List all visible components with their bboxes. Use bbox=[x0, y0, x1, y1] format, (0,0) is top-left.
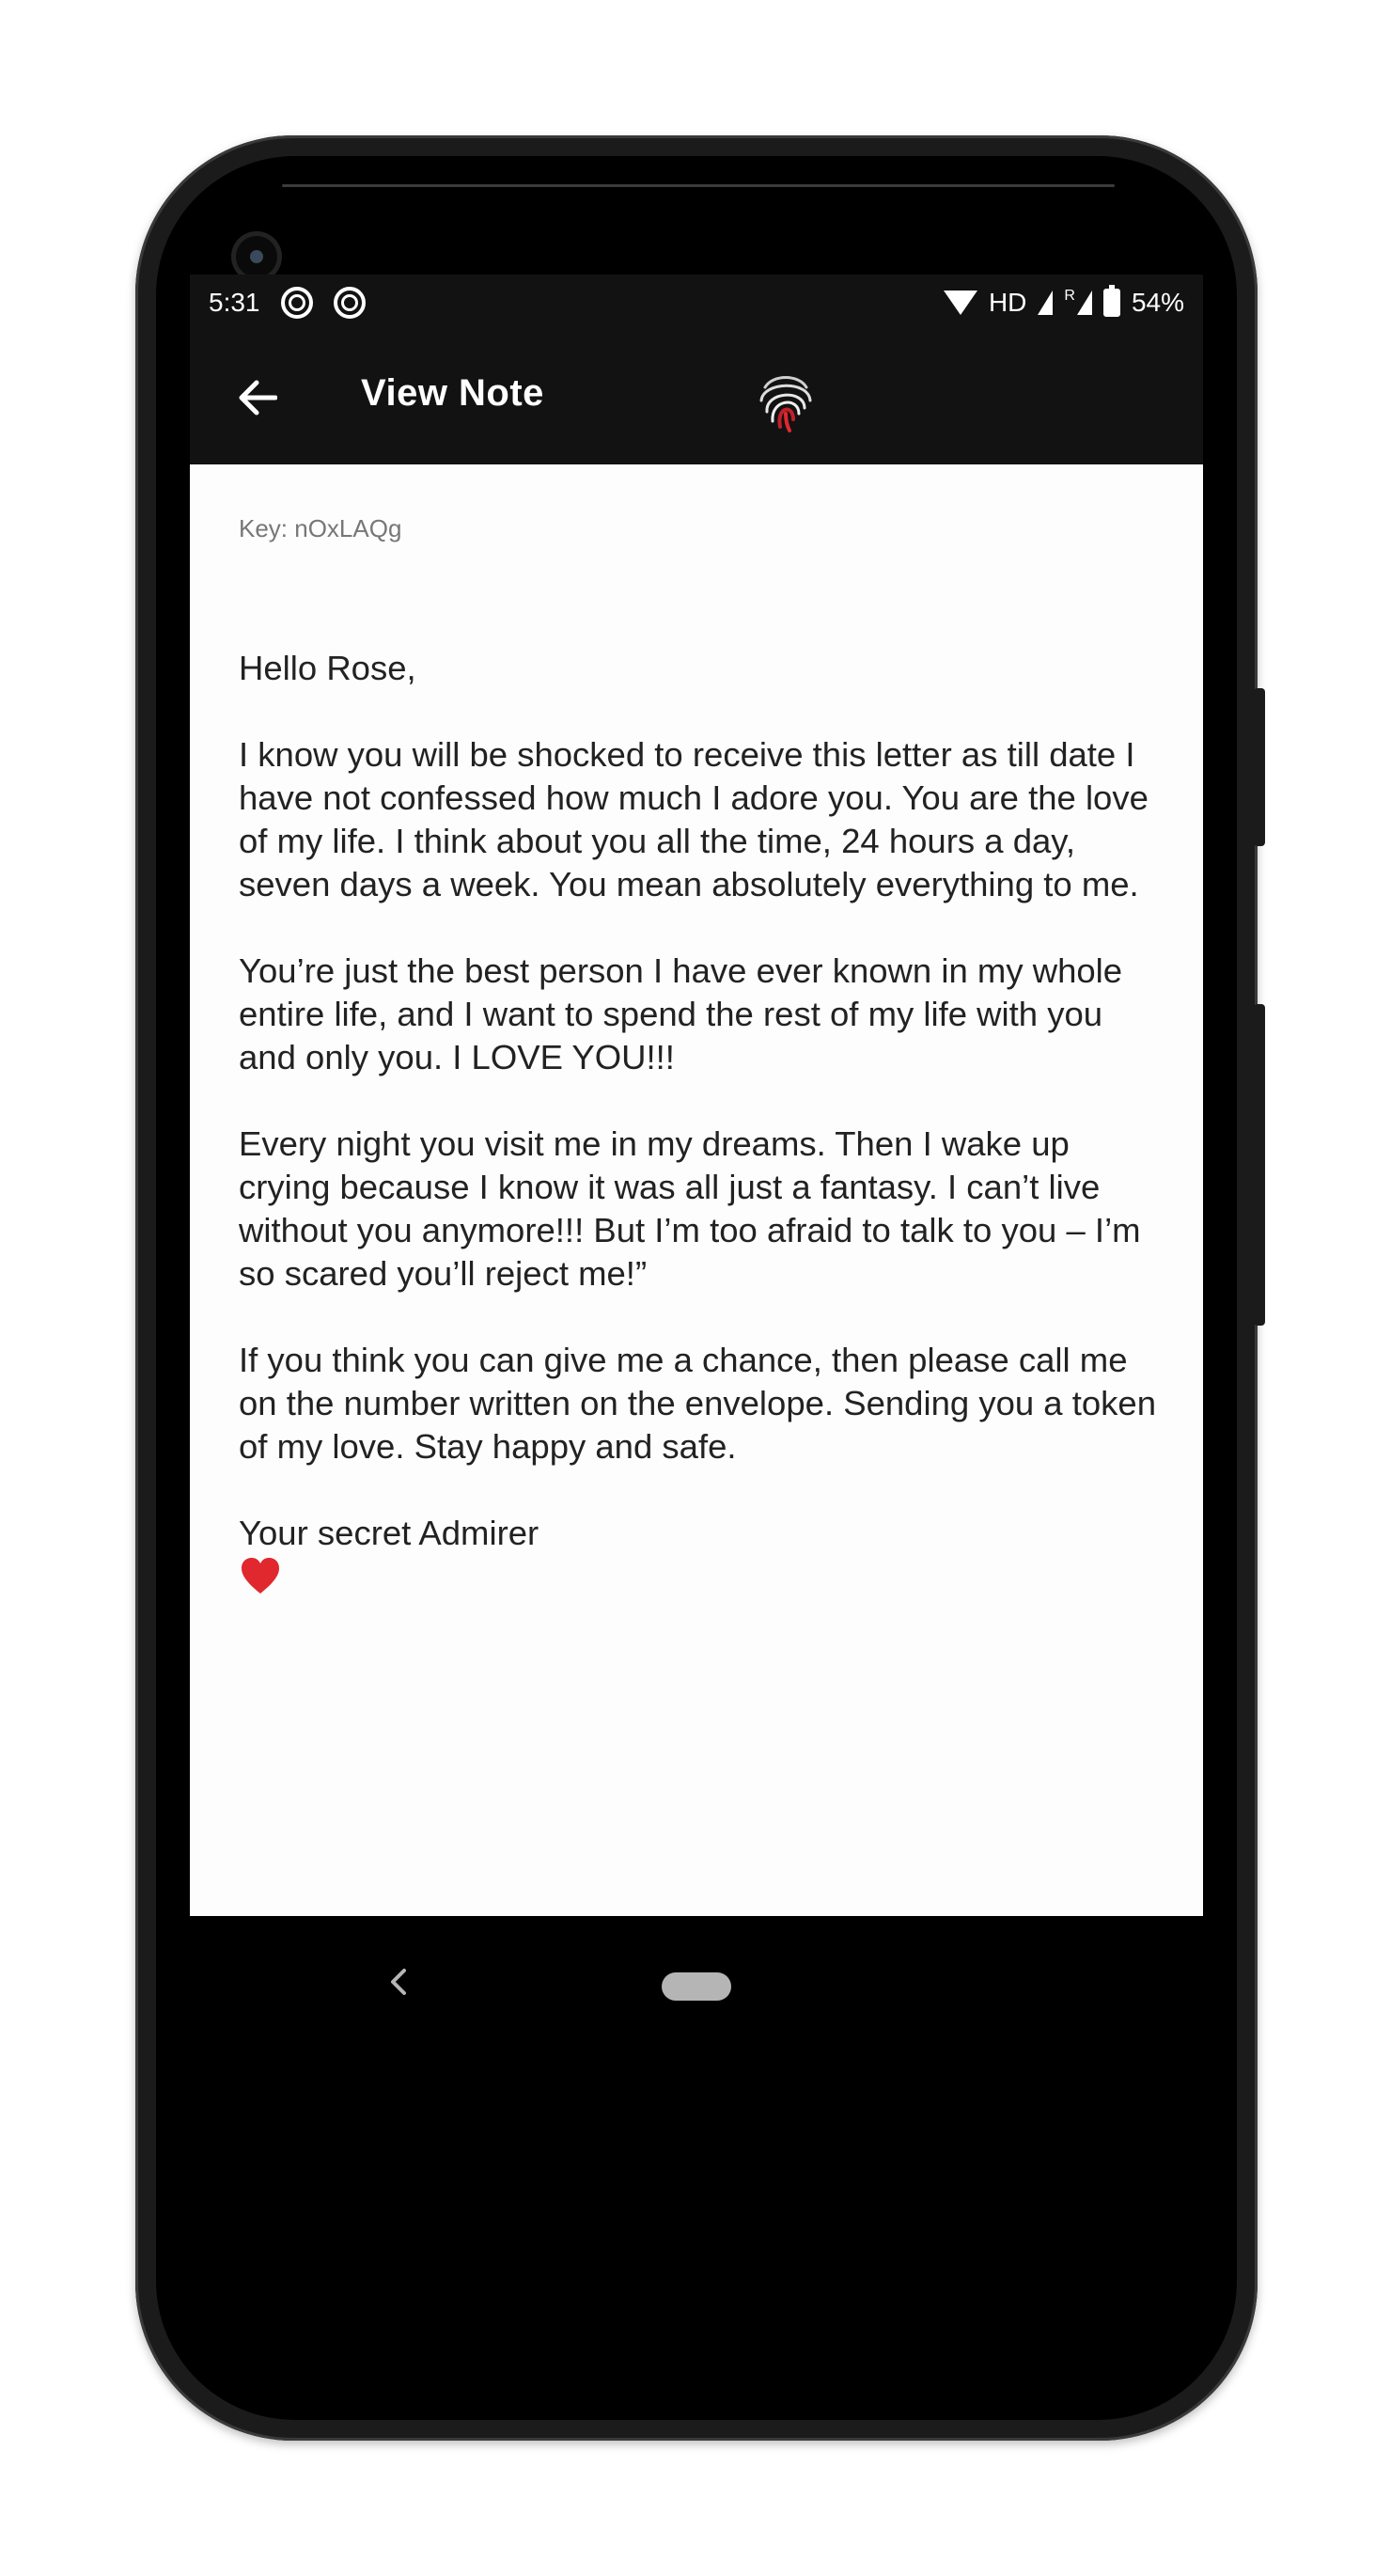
signal-icon bbox=[1038, 291, 1054, 315]
battery-percent: 54% bbox=[1131, 288, 1184, 317]
notification-icon bbox=[280, 287, 313, 319]
status-indicators: HD R 54% bbox=[943, 285, 1184, 318]
home-pill-icon[interactable] bbox=[662, 1972, 731, 2001]
note-paragraph: You’re just the best person I have ever … bbox=[239, 951, 1123, 1076]
note-key: Key: nOxLAQg bbox=[239, 514, 402, 542]
power-button bbox=[1254, 688, 1265, 846]
network-type-label: HD bbox=[988, 288, 1027, 317]
note-greeting: Hello Rose, bbox=[239, 649, 416, 687]
roaming-label: R bbox=[1064, 288, 1075, 304]
fingerprint-icon bbox=[759, 376, 812, 432]
wifi-icon bbox=[943, 291, 977, 315]
note-signature: Your secret Admirer bbox=[239, 1514, 539, 1552]
signal-icon bbox=[1076, 291, 1092, 315]
earpiece-speaker bbox=[282, 184, 1115, 187]
status-time: 5:31 bbox=[209, 288, 260, 317]
page-title: View Note bbox=[361, 372, 544, 414]
battery-icon bbox=[1102, 285, 1120, 317]
back-button[interactable] bbox=[229, 370, 284, 425]
note-paragraph: Every night you visit me in my dreams. T… bbox=[239, 1124, 1141, 1293]
note-paragraph: If you think you can give me a chance, t… bbox=[239, 1341, 1157, 1466]
arrow-left-icon bbox=[239, 380, 277, 416]
notification-icon bbox=[333, 287, 366, 319]
note-body: Hello Rose, I know you will be shocked t… bbox=[239, 647, 1160, 1609]
heart-icon bbox=[242, 1558, 279, 1594]
chevron-left-icon[interactable] bbox=[378, 1961, 419, 2003]
screen: 5:31 HD R 54% View Note Key: nOxLAQg Hel… bbox=[190, 275, 1203, 2185]
status-bar: 5:31 HD R 54% bbox=[190, 275, 1203, 331]
volume-button bbox=[1254, 1004, 1265, 1326]
note-paragraph: I know you will be shocked to receive th… bbox=[239, 735, 1149, 903]
system-nav-bar bbox=[190, 1916, 1203, 2185]
app-bar: View Note bbox=[190, 331, 1203, 464]
